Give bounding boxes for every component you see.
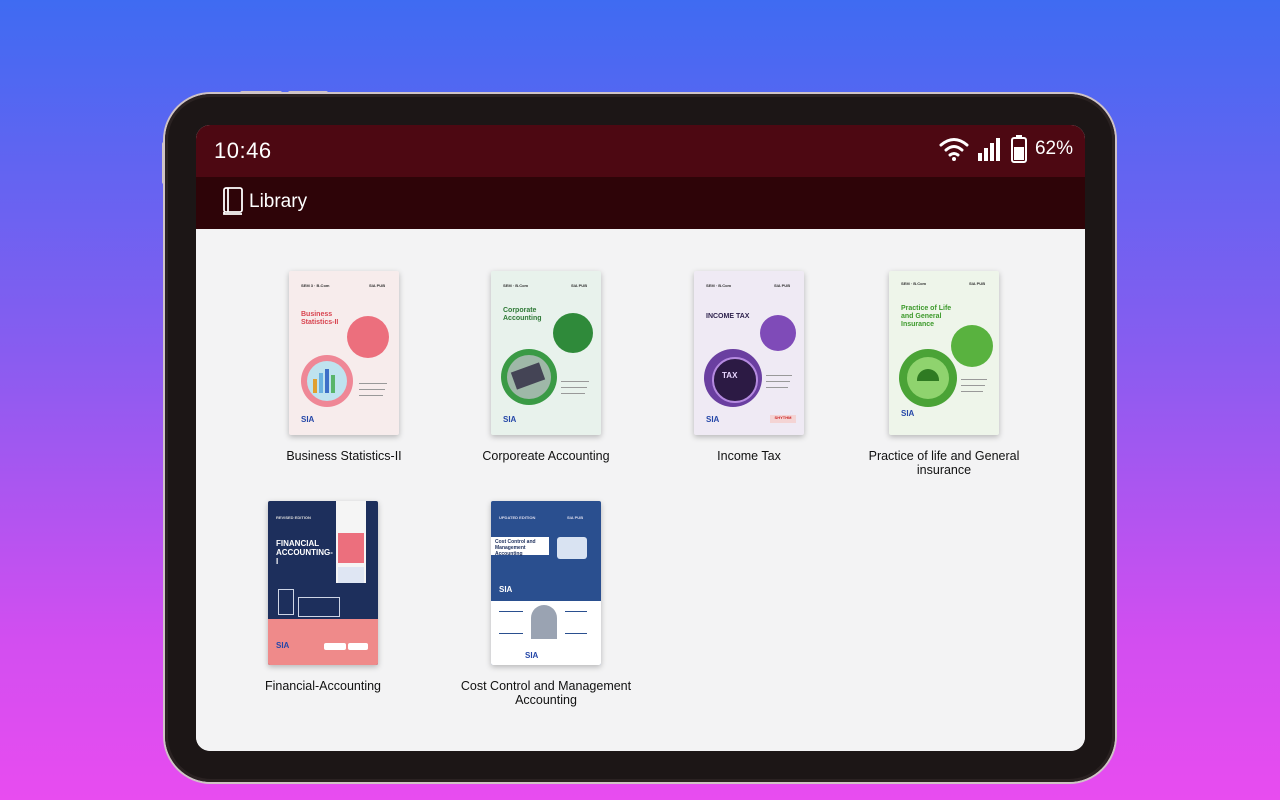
- app-bar: Library: [196, 177, 1085, 229]
- wifi-icon: [939, 138, 969, 161]
- tablet-screen: 10:46 62% Library SEM 3 · B.Com SIA PUB …: [196, 125, 1085, 751]
- book-title: Practice of life and General insurance: [868, 449, 1020, 477]
- status-bar: 10:46 62%: [196, 125, 1085, 177]
- status-time: 10:46: [214, 138, 272, 163]
- book-cover[interactable]: SEM · B.Com SIA PUB Practice of Life and…: [889, 271, 999, 435]
- book-cover[interactable]: SEM · B.Com SIA PUB INCOME TAX TAX SIA S…: [694, 271, 804, 435]
- signal-icon: [977, 138, 1000, 161]
- book-title: Income Tax: [717, 449, 781, 463]
- book-card[interactable]: SEM 3 · B.Com SIA PUB Business Statistic…: [254, 271, 434, 463]
- cover-heading: Practice of Life and General Insurance: [901, 305, 952, 328]
- battery-percent: 62%: [1034, 138, 1073, 159]
- book-card[interactable]: REVISED EDITION FINANCIAL ACCOUNTING-I S…: [233, 501, 413, 693]
- battery-icon: [1010, 135, 1027, 163]
- book-title: Financial-Accounting: [264, 679, 382, 693]
- book-card[interactable]: SEM · B.Com SIA PUB Corporate Accounting…: [456, 271, 636, 463]
- cover-heading: Cost Control and Management Accounting: [495, 539, 536, 557]
- library-grid: SEM 3 · B.Com SIA PUB Business Statistic…: [196, 229, 1085, 751]
- book-title: Business Statistics-II: [286, 449, 402, 463]
- book-title: Corporeate Accounting: [482, 449, 610, 463]
- cover-heading: INCOME TAX: [706, 313, 750, 320]
- book-card[interactable]: SEM · B.Com SIA PUB INCOME TAX TAX SIA S…: [659, 271, 839, 463]
- book-cover[interactable]: SEM · B.Com SIA PUB Corporate Accounting…: [491, 271, 601, 435]
- book-title: Cost Control and Management Accounting: [460, 679, 632, 707]
- book-card[interactable]: SEM · B.Com SIA PUB Practice of Life and…: [854, 271, 1034, 477]
- app-title: Library: [249, 191, 308, 212]
- book-cover[interactable]: REVISED EDITION FINANCIAL ACCOUNTING-I S…: [268, 501, 378, 665]
- cover-heading: FINANCIAL ACCOUNTING-I: [276, 539, 333, 566]
- book-card[interactable]: UPDATED EDITION SIA PUB Cost Control and…: [456, 501, 636, 707]
- cover-heading: Corporate Accounting: [503, 307, 542, 322]
- book-cover[interactable]: UPDATED EDITION SIA PUB Cost Control and…: [491, 501, 601, 665]
- book-cover[interactable]: SEM 3 · B.Com SIA PUB Business Statistic…: [289, 271, 399, 435]
- book-icon: [223, 187, 243, 215]
